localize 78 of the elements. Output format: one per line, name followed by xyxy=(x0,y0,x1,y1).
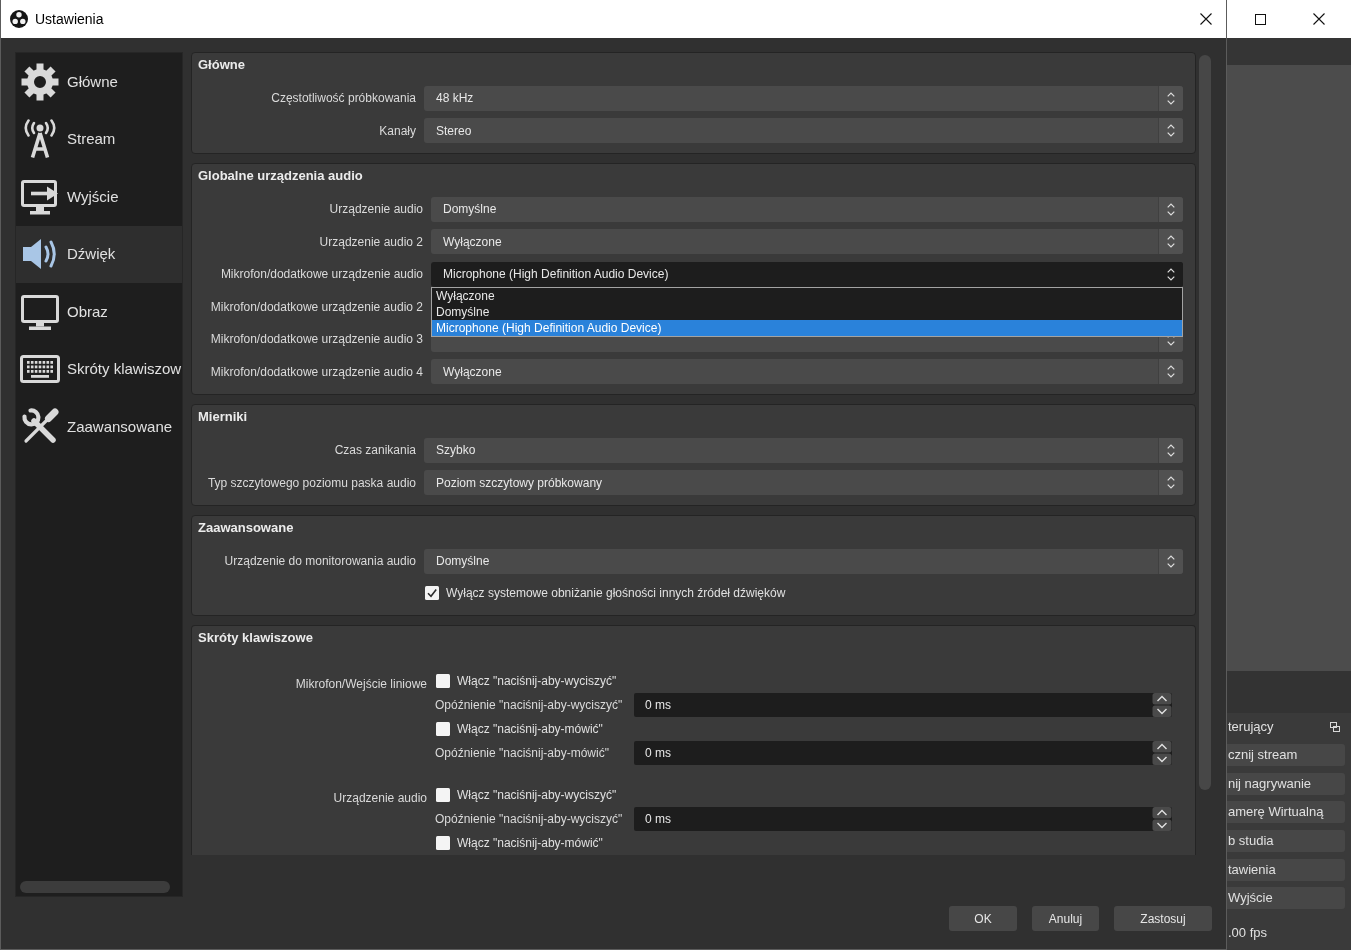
up-down-chevron-icon xyxy=(1167,365,1175,378)
control-button[interactable]: amerę Wirtualną xyxy=(1227,801,1345,824)
control-button[interactable]: tawienia xyxy=(1227,858,1345,881)
field-label: Opóźnienie "naciśnij-aby-mówić" xyxy=(435,745,609,762)
field-label: Opóźnienie "naciśnij-aby-wyciszyć" xyxy=(435,697,623,714)
dropdown[interactable]: Wyłączone xyxy=(431,229,1183,254)
app-logo-icon xyxy=(10,10,28,28)
up-down-chevron-icon xyxy=(1167,554,1175,568)
up-down-arrows-icon[interactable] xyxy=(1152,807,1172,831)
up-down-chevron-icon xyxy=(1167,91,1175,105)
field-label: Urządzenie audio xyxy=(333,790,427,806)
up-down-arrows-icon[interactable] xyxy=(1152,741,1172,765)
up-down-chevron-icon xyxy=(1167,202,1175,216)
field-label: Urządzenie audio 2 xyxy=(319,233,423,251)
dropdown[interactable]: Domyślne xyxy=(431,196,1183,222)
checkbox[interactable] xyxy=(436,836,450,850)
control-button[interactable]: Wyjście xyxy=(1227,887,1345,910)
close-icon[interactable] xyxy=(1200,13,1212,25)
field-label: Czas zanikania xyxy=(334,442,416,459)
up-down-chevron-icon xyxy=(1167,124,1175,137)
field-label: Mikrofon/dodatkowe urządzenie audio 3 xyxy=(210,331,423,348)
checkbox[interactable] xyxy=(436,722,450,736)
cancel-button[interactable]: Anuluj xyxy=(1032,906,1099,931)
up-down-arrows-icon[interactable] xyxy=(1152,693,1172,717)
dropdown[interactable]: Microphone (High Definition Audio Device) xyxy=(431,261,1183,287)
up-down-chevron-icon xyxy=(1167,443,1175,457)
up-down-chevron-icon xyxy=(1167,476,1175,489)
control-button[interactable]: nij nagrywanie xyxy=(1227,772,1345,795)
window-title: Ustawienia xyxy=(35,9,104,29)
dropdown[interactable]: Domyślne xyxy=(424,548,1183,574)
field-label: Mikrofon/dodatkowe urządzenie audio xyxy=(220,266,423,283)
scrollbar-thumb[interactable] xyxy=(20,881,170,893)
dropdown-option[interactable]: Microphone (High Definition Audio Device) xyxy=(432,319,1182,336)
gear-icon xyxy=(20,61,60,102)
maximize-icon[interactable] xyxy=(1255,13,1266,25)
group-title: Zaawansowane xyxy=(198,520,294,536)
dropdown[interactable]: 48 kHz xyxy=(424,85,1183,111)
field-label: Mikrofon/dodatkowe urządzenie audio 2 xyxy=(210,298,423,316)
fps-label: .00 fps xyxy=(1227,925,1268,942)
field-label: Opóźnienie "naciśnij-aby-wyciszyć" xyxy=(435,811,623,828)
checkbox-label[interactable]: Włącz "naciśnij-aby-wyciszyć" xyxy=(457,672,617,690)
control-button[interactable]: b studia xyxy=(1227,830,1345,853)
field-label: Urządzenie do monitorowania audio xyxy=(224,553,416,570)
dropdown-option[interactable]: Wyłączone xyxy=(432,287,1182,304)
field-label: Częstotliwość próbkowania xyxy=(271,90,416,107)
checkbox-label[interactable]: Włącz "naciśnij-aby-mówić" xyxy=(457,834,603,852)
number-field[interactable]: 0 ms xyxy=(634,807,1172,831)
up-down-chevron-icon xyxy=(1167,235,1175,248)
dock-title: terujący xyxy=(1227,719,1274,735)
ok-button[interactable]: OK xyxy=(949,906,1017,931)
number-field[interactable]: 0 ms xyxy=(634,693,1172,717)
field-label: Kanały xyxy=(379,122,416,140)
close-icon[interactable] xyxy=(1313,13,1325,25)
control-button[interactable]: cznij stream xyxy=(1227,744,1345,766)
apply-button[interactable]: Zastosuj xyxy=(1114,906,1212,931)
number-field[interactable]: 0 ms xyxy=(634,741,1172,765)
dropdown[interactable]: Poziom szczytowy próbkowany xyxy=(424,470,1183,495)
field-label: Typ szczytowego poziomu paska audio xyxy=(207,474,416,492)
checkbox-label[interactable]: Włącz "naciśnij-aby-mówić" xyxy=(457,720,603,738)
dropdown[interactable]: Wyłączone xyxy=(431,359,1183,384)
undock-icon[interactable] xyxy=(1330,722,1340,732)
dropdown[interactable]: Stereo xyxy=(424,118,1183,143)
group-title: Mierniki xyxy=(198,409,248,425)
field-label: Mikrofon/Wejście liniowe xyxy=(295,676,427,692)
group-title: Skróty klawiszowe xyxy=(198,630,313,646)
field-label: Urządzenie audio xyxy=(329,201,423,218)
up-down-chevron-icon xyxy=(1166,267,1175,281)
checkbox-label[interactable]: Włącz "naciśnij-aby-wyciszyć" xyxy=(457,786,617,804)
group-title: Główne xyxy=(198,57,245,73)
checkbox[interactable] xyxy=(425,586,439,600)
checkbox-label[interactable]: Wyłącz systemowe obniżanie głośności innych źródeł dźwięków xyxy=(446,584,786,602)
dropdown[interactable]: Szybko xyxy=(424,437,1183,463)
group-title: Globalne urządzenia audio xyxy=(198,168,363,184)
sidebar-item[interactable]: Dźwięk xyxy=(16,225,182,283)
checkbox[interactable] xyxy=(436,674,450,688)
checkbox[interactable] xyxy=(436,788,450,802)
dropdown-option[interactable]: Domyślne xyxy=(432,303,1182,320)
field-label: Mikrofon/dodatkowe urządzenie audio 4 xyxy=(210,363,423,381)
